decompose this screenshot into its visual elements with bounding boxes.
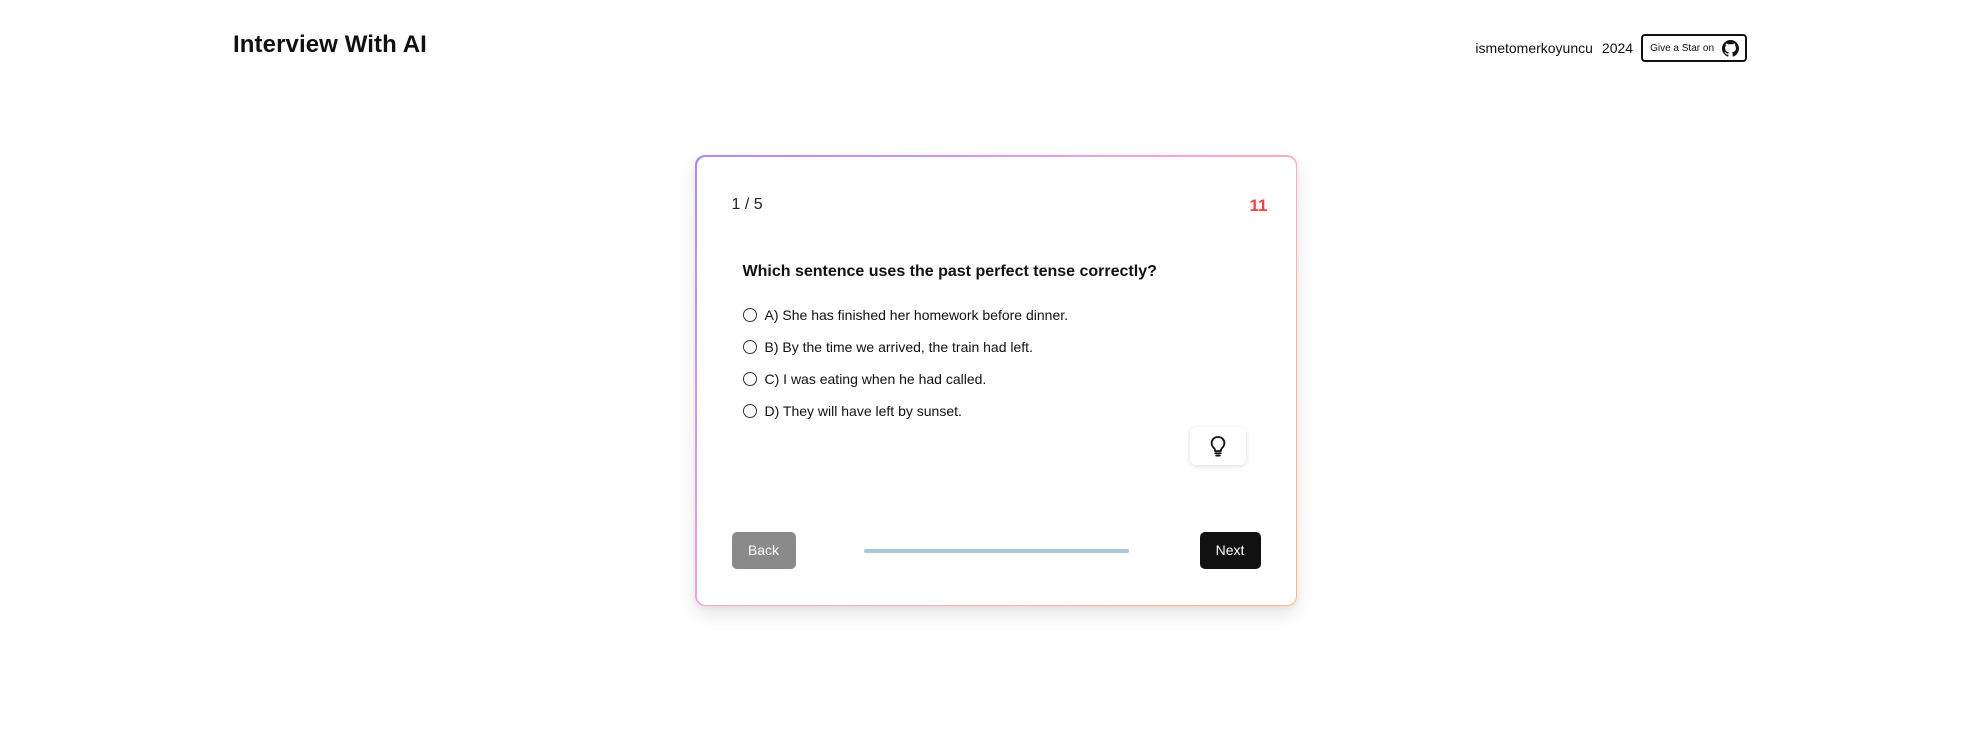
answer-option-label: A) She has finished her homework before … (764, 306, 1069, 323)
answer-option-label: C) I was eating when he had called. (764, 370, 987, 387)
copyright-year: 2024 (1601, 40, 1634, 56)
answer-option-d[interactable]: D) They will have left by sunset. (742, 395, 1069, 427)
radio-button[interactable] (742, 307, 757, 322)
back-button[interactable]: Back (731, 531, 796, 569)
hint-button[interactable] (1189, 426, 1246, 465)
answer-options: A) She has finished her homework before … (742, 299, 1069, 427)
answer-option-label: B) By the time we arrived, the train had… (764, 338, 1033, 355)
answer-option-b[interactable]: B) By the time we arrived, the train had… (742, 331, 1069, 363)
radio-button[interactable] (742, 403, 757, 418)
author-name: ismetomerkoyuncu (1475, 40, 1593, 56)
quiz-progress-bar (863, 548, 1129, 553)
app-title: Interview With AI (233, 31, 427, 58)
countdown-timer: 11 (1249, 195, 1268, 215)
github-icon (1722, 39, 1739, 57)
page: Interview With AI ismetomerkoyuncu 2024 … (0, 0, 1983, 729)
quiz-card-body: 1 / 5 11 Which sentence uses the past pe… (696, 156, 1296, 605)
question-counter: 1 / 5 (731, 195, 763, 213)
next-button[interactable]: Next (1199, 531, 1261, 569)
answer-option-label: D) They will have left by sunset. (764, 402, 962, 419)
github-star-button[interactable]: Give a Star on (1641, 34, 1747, 62)
header-actions: ismetomerkoyuncu 2024 Give a Star on (1475, 34, 1747, 62)
radio-button[interactable] (742, 371, 757, 386)
lightbulb-icon (1210, 435, 1225, 457)
answer-option-c[interactable]: C) I was eating when he had called. (742, 363, 1069, 395)
radio-button[interactable] (742, 339, 757, 354)
quiz-progress-fill (863, 548, 1129, 553)
question-text: Which sentence uses the past perfect ten… (742, 262, 1157, 280)
quiz-card: 1 / 5 11 Which sentence uses the past pe… (695, 155, 1297, 606)
github-star-label: Give a Star on (1650, 42, 1714, 54)
answer-option-a[interactable]: A) She has finished her homework before … (742, 299, 1069, 331)
